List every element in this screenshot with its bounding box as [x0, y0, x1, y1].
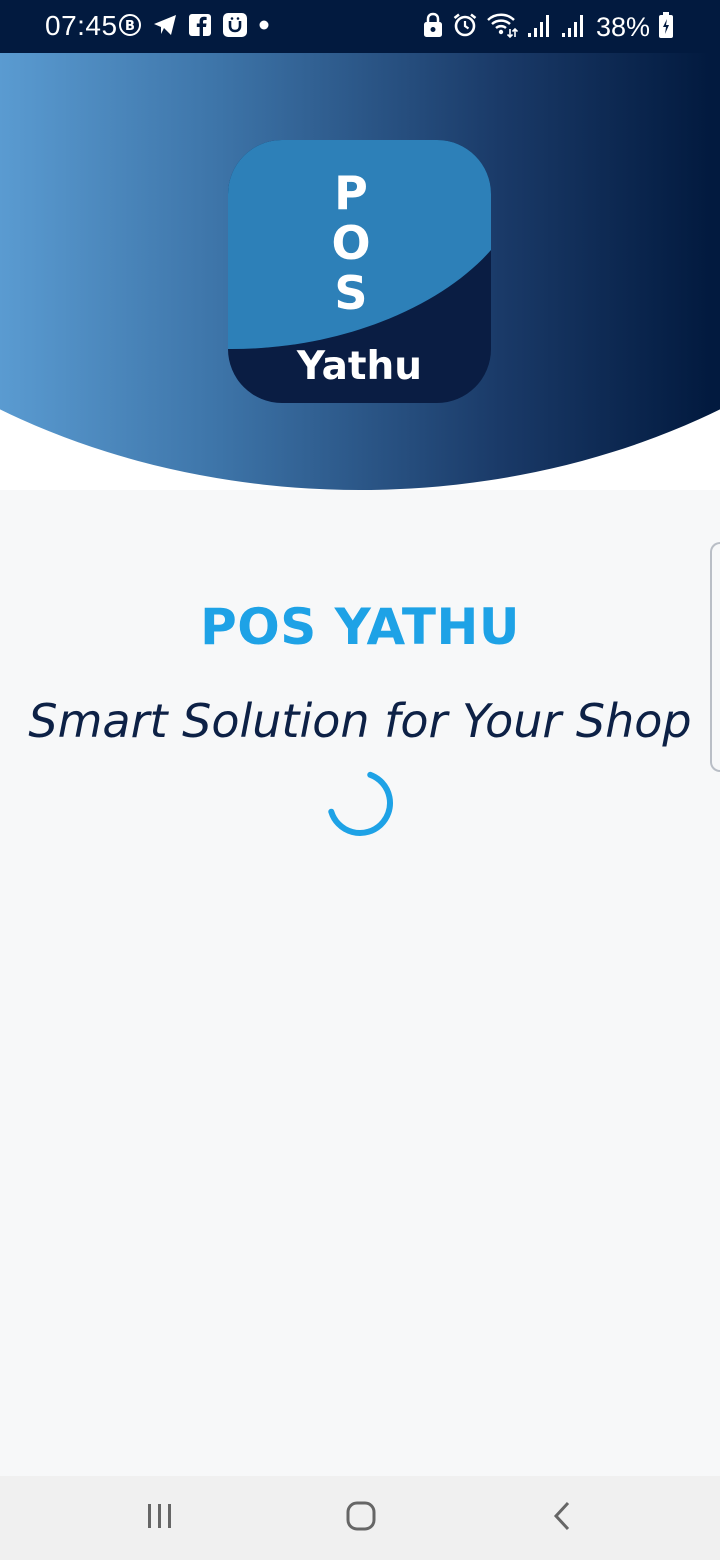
logo-letter: O: [331, 216, 371, 270]
dot-icon: [258, 18, 270, 36]
logo-pos-letters: POS: [328, 168, 374, 318]
back-chevron-icon: [552, 1501, 574, 1536]
navigation-bar: [0, 1476, 720, 1560]
svg-text:B: B: [125, 19, 135, 34]
wifi-icon: [486, 11, 519, 44]
notification-icons: B: [118, 12, 270, 43]
recent-apps-icon: [145, 1502, 175, 1535]
app-title: POS YATHU: [200, 598, 520, 656]
header-banner: POS Yathu: [0, 53, 720, 490]
app-logo: POS Yathu: [228, 140, 491, 403]
battery-charging-icon: [658, 11, 674, 43]
home-icon: [345, 1500, 377, 1537]
status-bar: 07:45 B 38%: [0, 0, 720, 53]
loading-spinner: [324, 767, 396, 844]
signal-icon: [560, 12, 586, 43]
alarm-icon: [452, 12, 478, 43]
signal-icon: [526, 12, 552, 43]
home-button[interactable]: [301, 1476, 421, 1560]
logo-letter: P: [334, 166, 368, 220]
status-time: 07:45: [45, 10, 118, 41]
back-button[interactable]: [503, 1476, 623, 1560]
logo-wordmark: Yathu: [296, 344, 423, 389]
app-tagline: Smart Solution for Your Shop: [28, 694, 692, 748]
system-icons: 38%: [422, 11, 674, 44]
battery-percent: 38%: [595, 11, 650, 42]
u-app-icon: [222, 12, 248, 43]
recent-apps-button[interactable]: [100, 1476, 220, 1560]
telegram-icon: [152, 13, 178, 42]
b-circle-icon: B: [118, 13, 142, 42]
lock-icon: [422, 12, 444, 43]
facebook-icon: [188, 13, 212, 42]
logo-letter: S: [334, 266, 368, 320]
